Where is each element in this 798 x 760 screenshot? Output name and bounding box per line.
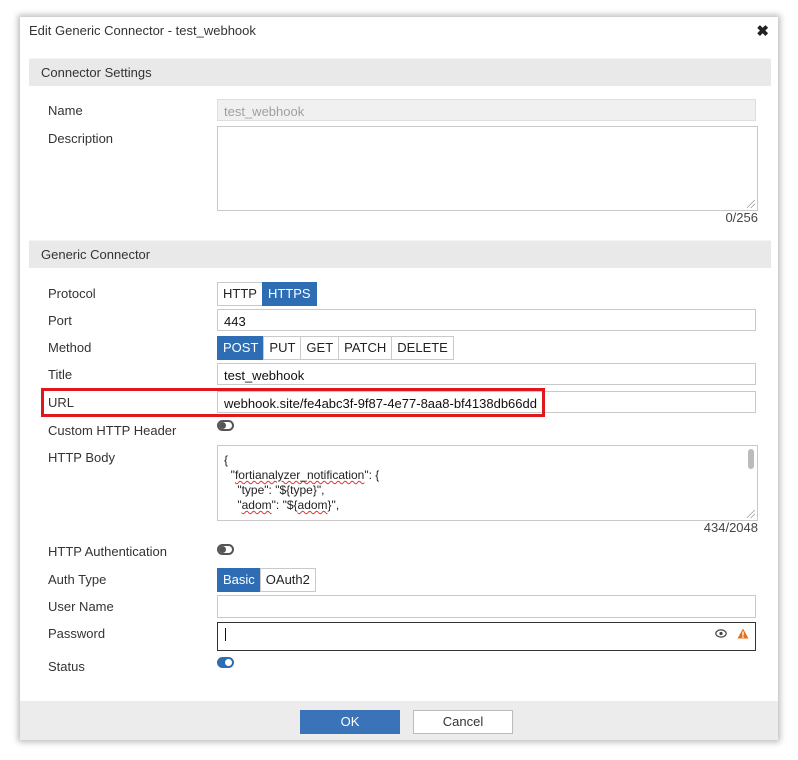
custom-http-header-toggle[interactable] [217, 420, 234, 431]
description-label: Description [48, 131, 114, 146]
method-option-post[interactable]: POST [217, 336, 265, 360]
dialog-content: Connector Settings Name test_webhook Des… [20, 47, 778, 701]
auth-type-selector: Basic OAuth2 [217, 568, 316, 592]
edit-connector-dialog: Edit Generic Connector - test_webhook ✖ … [20, 17, 778, 740]
dialog-title: Edit Generic Connector - test_webhook [29, 23, 256, 38]
section-connector-settings: Connector Settings [29, 58, 771, 86]
method-option-put[interactable]: PUT [263, 336, 302, 360]
ok-button[interactable]: OK [300, 710, 400, 734]
cancel-button[interactable]: Cancel [413, 710, 513, 734]
http-body-counter: 434/2048 [703, 520, 758, 535]
protocol-option-http[interactable]: HTTP [217, 282, 263, 306]
dialog-titlebar: Edit Generic Connector - test_webhook ✖ [20, 17, 778, 47]
name-label: Name [48, 103, 83, 118]
port-field[interactable]: 443 [217, 309, 756, 331]
title-field[interactable]: test_webhook [217, 363, 756, 385]
auth-type-option-oauth2[interactable]: OAuth2 [259, 568, 316, 592]
auth-type-option-basic[interactable]: Basic [217, 568, 261, 592]
name-field: test_webhook [217, 99, 756, 121]
password-label: Password [48, 626, 106, 641]
warning-icon [737, 628, 749, 639]
protocol-option-https[interactable]: HTTPS [261, 282, 317, 306]
custom-http-header-label: Custom HTTP Header [48, 423, 177, 438]
method-option-get[interactable]: GET [300, 336, 340, 360]
section-generic-connector: Generic Connector [29, 240, 771, 268]
user-name-label: User Name [48, 599, 114, 614]
method-selector: POST PUT GET PATCH DELETE [217, 336, 454, 360]
status-toggle[interactable] [217, 657, 234, 668]
auth-type-label: Auth Type [48, 572, 107, 587]
method-option-delete[interactable]: DELETE [391, 336, 454, 360]
dialog-footer: OK Cancel [20, 701, 778, 740]
section-title: Connector Settings [41, 65, 152, 80]
section-title: Generic Connector [41, 247, 151, 262]
description-counter: 0/256 [725, 210, 758, 225]
http-authentication-toggle[interactable] [217, 544, 234, 555]
close-icon[interactable]: ✖ [756, 22, 769, 40]
http-body-field[interactable]: { "fortianalyzer_notification": { "type"… [217, 445, 758, 521]
http-body-text: { "fortianalyzer_notification": { "type"… [224, 453, 380, 512]
resize-grip-icon[interactable] [747, 200, 755, 208]
user-name-field[interactable] [217, 595, 756, 618]
method-label: Method [48, 340, 92, 355]
http-body-label: HTTP Body [48, 450, 115, 465]
resize-grip-icon[interactable] [747, 510, 755, 518]
protocol-selector: HTTP HTTPS [217, 282, 317, 306]
http-authentication-label: HTTP Authentication [48, 544, 167, 559]
text-cursor [225, 628, 226, 641]
password-field[interactable] [217, 622, 756, 651]
port-label: Port [48, 313, 72, 328]
method-option-patch[interactable]: PATCH [338, 336, 393, 360]
title-label: Title [48, 367, 73, 382]
protocol-label: Protocol [48, 286, 96, 301]
eye-icon[interactable] [715, 629, 727, 638]
url-highlight-box [41, 388, 545, 417]
password-icons [715, 628, 749, 639]
status-label: Status [48, 659, 85, 674]
http-body-scrollbar[interactable] [748, 449, 754, 469]
description-field[interactable] [217, 126, 758, 211]
